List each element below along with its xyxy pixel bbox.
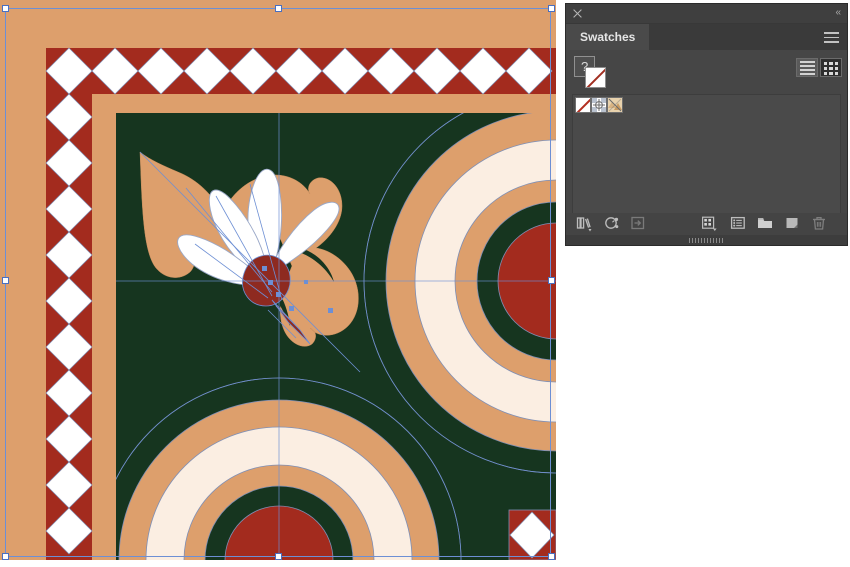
selection-handle-bottom-left[interactable]	[2, 553, 9, 560]
artboard-canvas[interactable]	[0, 0, 556, 560]
selection-handle-bottom-center[interactable]	[275, 553, 282, 560]
swatch-options-icon	[730, 216, 745, 229]
swatch-list-area[interactable]	[572, 94, 841, 220]
color-group-icon	[605, 217, 619, 229]
swatch-libraries-icon	[576, 217, 592, 232]
swatch-none[interactable]	[575, 97, 591, 113]
panel-tab-strip: Swatches	[566, 24, 847, 50]
none-slash-icon	[576, 98, 590, 112]
swatch-registration[interactable]	[591, 97, 607, 113]
collapse-to-icons-icon[interactable]: «	[835, 7, 840, 18]
grid-view-button[interactable]	[820, 58, 842, 77]
selection-handle-bottom-right[interactable]	[548, 553, 555, 560]
registration-icon	[592, 98, 606, 112]
add-to-library-icon	[631, 216, 645, 230]
new-color-group-button[interactable]	[755, 213, 775, 233]
selection-handle-middle-right[interactable]	[548, 277, 555, 284]
illustrator-window: « Swatches ?	[0, 0, 850, 567]
new-swatch-button[interactable]	[782, 213, 802, 233]
selection-handle-top-right[interactable]	[548, 5, 555, 12]
list-view-button[interactable]	[796, 58, 818, 77]
panel-title-bar: «	[566, 4, 847, 24]
tab-swatches[interactable]: Swatches	[566, 24, 650, 50]
grip-bars-icon	[688, 238, 725, 243]
show-color-group-button[interactable]	[602, 213, 622, 233]
close-icon[interactable]	[572, 8, 583, 19]
delete-swatch-button[interactable]	[809, 213, 829, 233]
panel-menu-icon[interactable]	[824, 32, 839, 43]
swatches-panel: « Swatches ?	[566, 4, 847, 245]
add-to-library-button[interactable]	[628, 213, 648, 233]
folder-icon	[758, 218, 772, 228]
selection-handle-top-left[interactable]	[2, 5, 9, 12]
panel-footer-toolbar	[566, 213, 847, 235]
selection-handle-middle-left[interactable]	[2, 277, 9, 284]
show-swatch-kinds-menu-button[interactable]	[699, 213, 719, 233]
selection-handle-top-center[interactable]	[275, 5, 282, 12]
stroke-proxy-none[interactable]	[585, 67, 606, 88]
trash-icon	[813, 216, 825, 230]
swatch-options-button[interactable]	[728, 213, 748, 233]
panel-resize-grip[interactable]	[566, 235, 847, 245]
panel-body: ?	[566, 50, 847, 224]
swatch-row	[575, 97, 623, 113]
swatch-libraries-menu-button[interactable]	[574, 213, 594, 233]
swatch-pattern[interactable]	[607, 97, 623, 113]
pattern-icon	[608, 98, 622, 112]
artwork-vector[interactable]	[0, 0, 556, 560]
fill-stroke-proxy[interactable]: ?	[574, 56, 607, 89]
new-swatch-icon	[786, 218, 798, 228]
none-slash-icon	[586, 68, 605, 87]
swatch-kinds-icon	[701, 216, 717, 231]
